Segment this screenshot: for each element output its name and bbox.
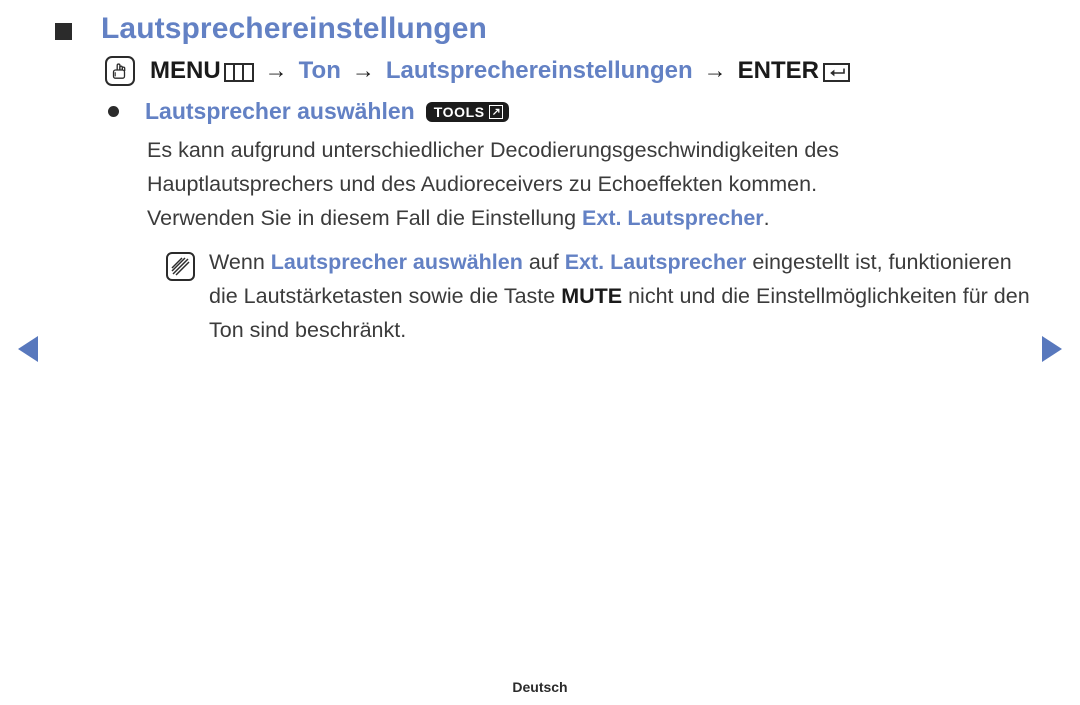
- enter-label: ENTER: [737, 57, 819, 84]
- path-segment-ton[interactable]: Ton: [299, 57, 341, 85]
- note-text: Wenn Lautsprecher auswählen auf Ext. Lau…: [209, 245, 1039, 347]
- note-part-1: Wenn: [209, 250, 271, 274]
- subheading-row: Lautsprecher auswählen TOOLS: [0, 86, 1080, 125]
- body-line-3-prefix: Verwenden Sie in diesem Fall die Einstel…: [147, 206, 583, 230]
- note-pencil-icon: [166, 252, 195, 281]
- subheading-label: Lautsprecher auswählen: [145, 98, 415, 124]
- menu-path-breadcrumb: MENU → Ton → Lautsprechereinstellungen →…: [0, 46, 1080, 86]
- next-page-arrow[interactable]: [1042, 336, 1062, 362]
- tools-badge[interactable]: TOOLS: [425, 101, 509, 122]
- body-line-3: Verwenden Sie in diesem Fall die Einstel…: [147, 201, 1027, 235]
- tools-badge-label: TOOLS: [433, 103, 485, 120]
- note-block: Wenn Lautsprecher auswählen auf Ext. Lau…: [0, 235, 1080, 347]
- prev-page-arrow[interactable]: [18, 336, 38, 362]
- body-paragraph: Es kann aufgrund unterschiedlicher Decod…: [0, 125, 1027, 235]
- footer-language-label: Deutsch: [512, 679, 568, 695]
- path-separator-3: →: [703, 56, 727, 83]
- body-keyword-ext-lautsprecher: Ext. Lautsprecher: [582, 206, 764, 230]
- dot-bullet-icon: [108, 106, 119, 117]
- body-line-1: Es kann aufgrund unterschiedlicher Decod…: [147, 138, 840, 162]
- menu-label: MENU: [150, 57, 221, 84]
- body-line-3-suffix: .: [763, 206, 770, 230]
- body-line-2: Hauptlautsprechers und des Audioreceiver…: [147, 172, 818, 196]
- touch-hand-icon: [105, 56, 135, 86]
- tools-arrow-icon: [488, 104, 503, 119]
- enter-return-icon: [822, 62, 850, 82]
- page-title-row: Lautsprechereinstellungen: [0, 0, 1080, 46]
- path-separator-1: →: [264, 56, 288, 83]
- note-keyword-lautsprecher-auswaehlen: Lautsprecher auswählen: [270, 250, 523, 274]
- square-bullet-icon: [55, 22, 72, 40]
- path-separator-2: →: [351, 56, 375, 83]
- menu-columns-icon: [223, 62, 254, 82]
- page-title: Lautsprechereinstellungen: [101, 12, 487, 45]
- note-part-2: auf: [522, 250, 565, 274]
- note-keyword-ext-lautsprecher: Ext. Lautsprecher: [564, 250, 747, 274]
- note-keyword-mute: MUTE: [561, 284, 623, 308]
- path-segment-speaker-settings[interactable]: Lautsprechereinstellungen: [386, 57, 693, 85]
